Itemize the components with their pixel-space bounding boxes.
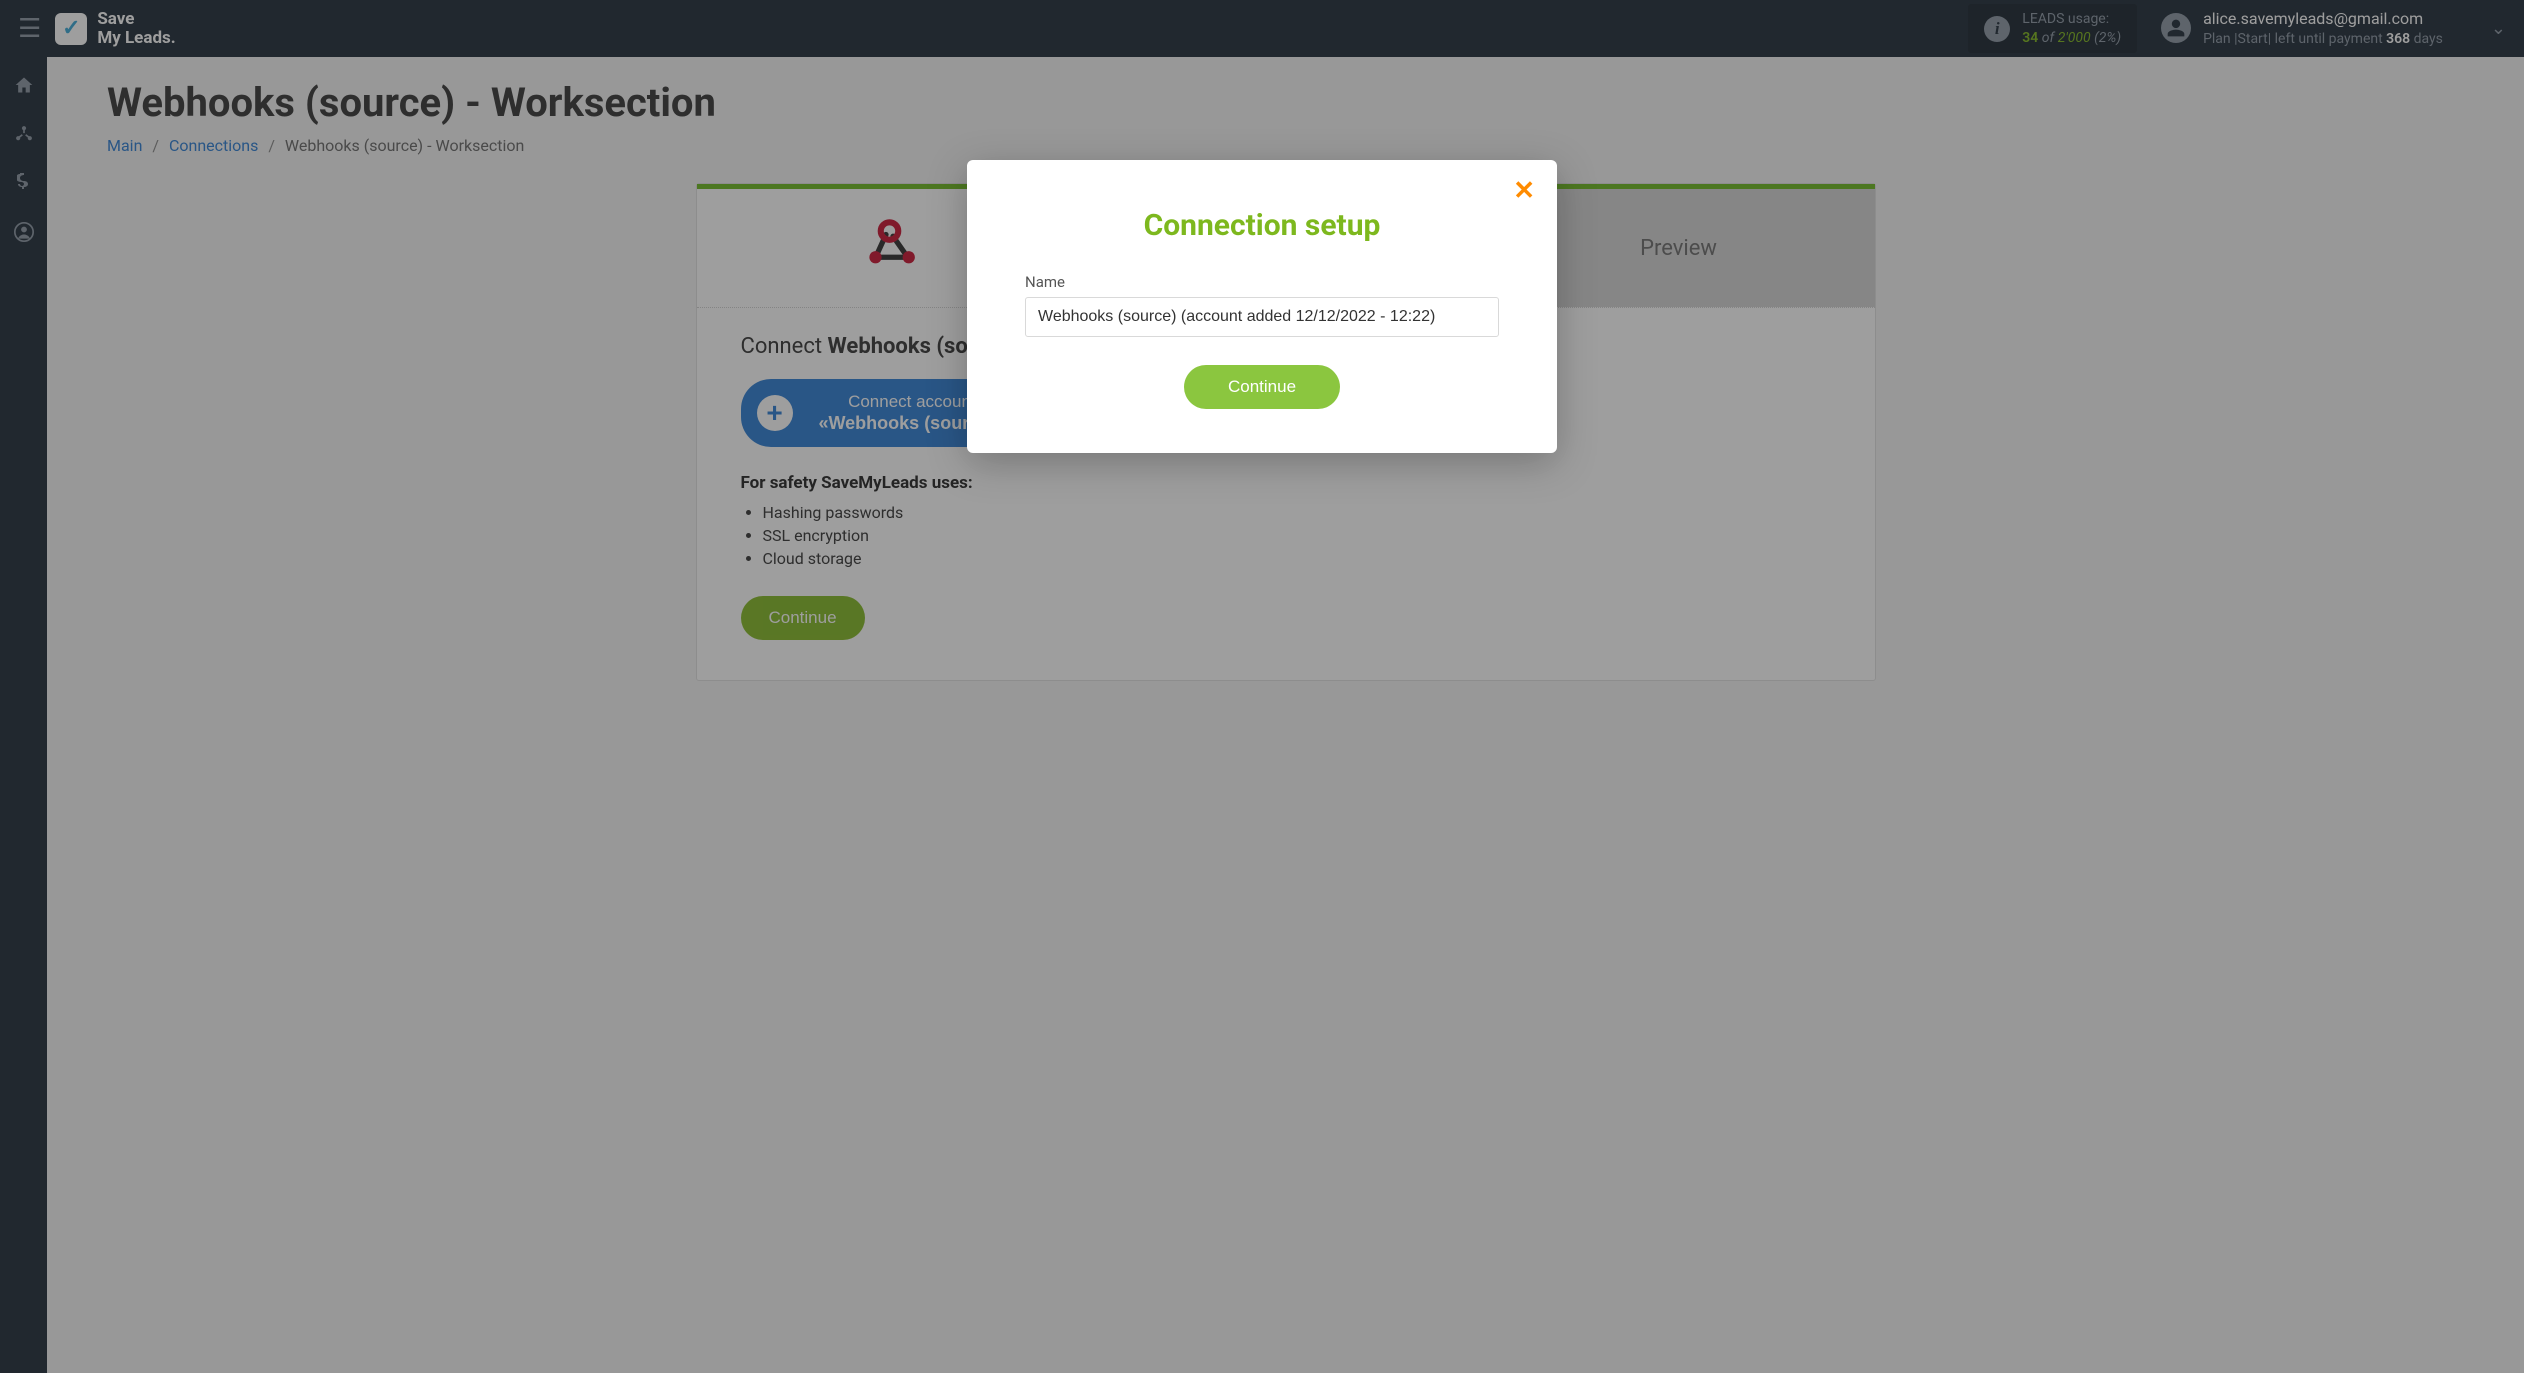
modal-continue-button[interactable]: Continue (1184, 365, 1340, 409)
close-icon[interactable]: ✕ (1513, 176, 1535, 206)
name-label: Name (1025, 273, 1499, 291)
connection-setup-modal: ✕ Connection setup Name Continue (967, 160, 1557, 453)
modal-actions: Continue (1025, 365, 1499, 409)
name-input[interactable] (1025, 297, 1499, 337)
modal-overlay[interactable]: ✕ Connection setup Name Continue (0, 0, 2524, 1373)
modal-title: Connection setup (1025, 208, 1499, 243)
